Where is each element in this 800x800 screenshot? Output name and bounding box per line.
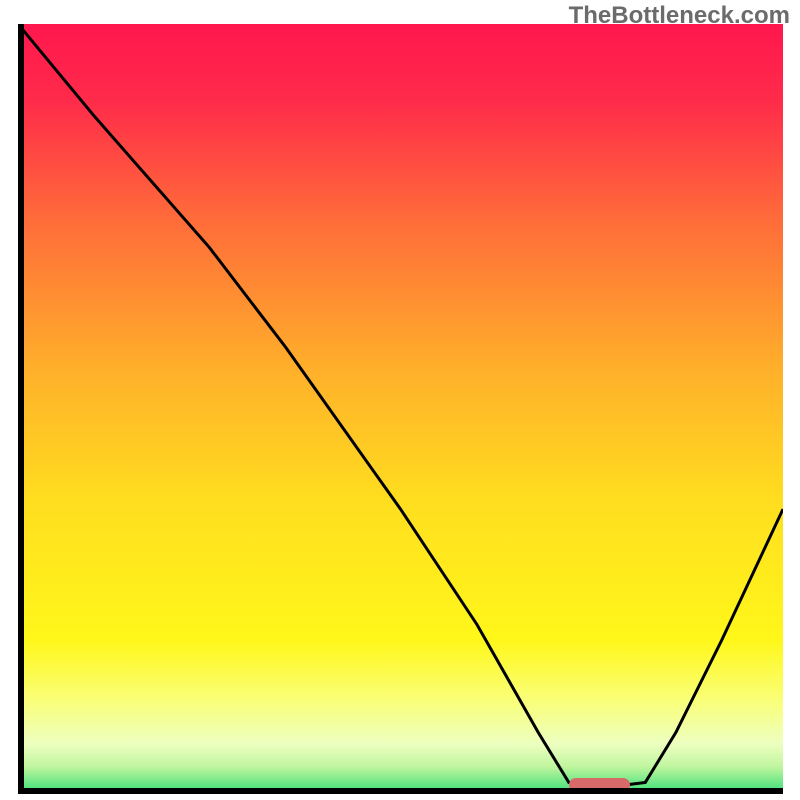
plot-area: [18, 24, 783, 794]
watermark-label: TheBottleneck.com: [569, 2, 790, 30]
optimum-marker: [569, 778, 630, 792]
bottleneck-curve: [18, 24, 783, 794]
chart-container: TheBottleneck.com: [0, 0, 800, 800]
